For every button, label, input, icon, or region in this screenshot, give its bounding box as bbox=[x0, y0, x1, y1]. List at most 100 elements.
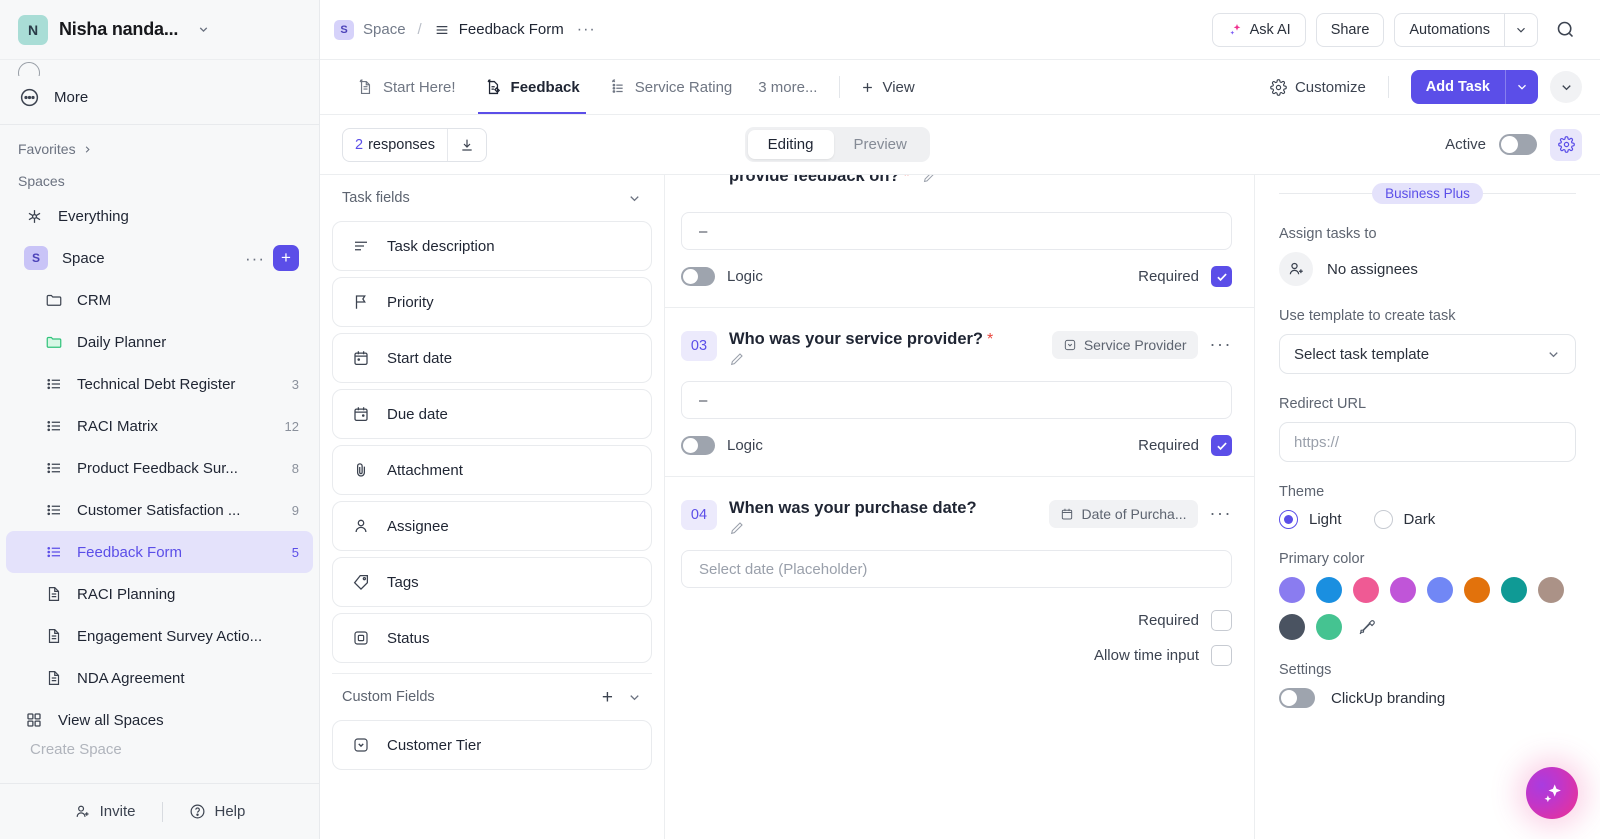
question-more-icon[interactable]: ··· bbox=[1210, 504, 1232, 522]
add-task-button[interactable]: Add Task bbox=[1411, 70, 1505, 104]
space-more-icon[interactable]: ··· bbox=[245, 250, 265, 267]
add-custom-field-button[interactable]: + bbox=[602, 688, 627, 707]
task-fields-header[interactable]: Task fields bbox=[332, 175, 652, 221]
tab-feedback[interactable]: Feedback bbox=[470, 60, 594, 114]
tab-bar-actions: Customize Add Task bbox=[1270, 70, 1582, 104]
sidebar-item-space[interactable]: S Space ··· + bbox=[6, 237, 313, 279]
color-swatch-3[interactable] bbox=[1390, 577, 1416, 603]
color-swatch-2[interactable] bbox=[1353, 577, 1379, 603]
task-template-select[interactable]: Select task template bbox=[1279, 334, 1576, 374]
sidebar-item-product-feedback-survey[interactable]: Product Feedback Sur... 8 bbox=[6, 447, 313, 489]
search-icon[interactable] bbox=[1548, 13, 1582, 47]
segment-preview[interactable]: Preview bbox=[834, 130, 927, 159]
automations-button[interactable]: Automations bbox=[1394, 12, 1504, 47]
action-divider bbox=[1387, 76, 1389, 98]
customize-button[interactable]: Customize bbox=[1270, 79, 1366, 96]
color-swatch-9[interactable] bbox=[1316, 614, 1342, 640]
required-checkbox[interactable] bbox=[1211, 610, 1232, 631]
sidebar-item-label: Everything bbox=[58, 207, 129, 225]
breadcrumb-current[interactable]: Feedback Form bbox=[459, 21, 564, 38]
theme-radio-dark[interactable]: Dark bbox=[1373, 510, 1435, 529]
field-card-due-date[interactable]: Due date bbox=[332, 389, 652, 439]
question-date-input[interactable]: Select date (Placeholder) bbox=[681, 550, 1232, 588]
more-options-button[interactable] bbox=[1550, 71, 1582, 103]
assignee-picker[interactable]: No assignees bbox=[1279, 252, 1576, 286]
question-title[interactable]: provide feedback on? bbox=[729, 175, 900, 185]
color-swatch-4[interactable] bbox=[1427, 577, 1453, 603]
sidebar-item-customer-satisfaction[interactable]: Customer Satisfaction ... 9 bbox=[6, 489, 313, 531]
active-toggle[interactable] bbox=[1499, 134, 1537, 155]
field-card-status[interactable]: Status bbox=[332, 613, 652, 663]
tab-start-here[interactable]: Start Here! bbox=[342, 60, 470, 114]
color-swatch-8[interactable] bbox=[1279, 614, 1305, 640]
clickup-branding-toggle[interactable] bbox=[1279, 688, 1315, 708]
question-answer-input[interactable]: – bbox=[681, 212, 1232, 250]
ask-ai-button[interactable]: Ask AI bbox=[1211, 12, 1306, 47]
required-checkbox[interactable] bbox=[1211, 266, 1232, 287]
breadcrumb-more-icon[interactable]: ··· bbox=[577, 21, 596, 39]
question-answer-input[interactable]: – bbox=[681, 381, 1232, 419]
task-template-value: Select task template bbox=[1294, 345, 1430, 363]
sidebar-item-everything[interactable]: Everything bbox=[6, 195, 313, 237]
chevron-down-icon[interactable] bbox=[627, 191, 642, 206]
field-card-priority[interactable]: Priority bbox=[332, 277, 652, 327]
logic-toggle[interactable] bbox=[681, 436, 715, 455]
download-responses-button[interactable] bbox=[446, 128, 486, 161]
color-swatch-7[interactable] bbox=[1538, 577, 1564, 603]
redirect-url-input[interactable]: https:// bbox=[1279, 422, 1576, 462]
segment-editing[interactable]: Editing bbox=[747, 130, 834, 159]
required-checkbox[interactable] bbox=[1211, 435, 1232, 456]
question-field-tag[interactable]: Date of Purcha... bbox=[1049, 500, 1198, 528]
workspace-header[interactable]: N Nisha nanda... bbox=[0, 0, 319, 60]
sidebar-item-raci-matrix[interactable]: RACI Matrix 12 bbox=[6, 405, 313, 447]
tab-more-views[interactable]: 3 more... bbox=[746, 79, 829, 96]
sidebar-item-engagement-survey-actions[interactable]: Engagement Survey Actio... bbox=[6, 615, 313, 657]
sidebar-item-daily-planner[interactable]: Daily Planner bbox=[6, 321, 313, 363]
responses-button[interactable]: 2 responses bbox=[343, 129, 447, 161]
question-field-tag[interactable]: Service Provider bbox=[1051, 331, 1198, 359]
sidebar-item-feedback-form[interactable]: Feedback Form 5 bbox=[6, 531, 313, 573]
breadcrumb-space-label[interactable]: Space bbox=[363, 21, 406, 38]
automations-dropdown-button[interactable] bbox=[1504, 12, 1538, 47]
chevron-down-icon[interactable] bbox=[197, 23, 210, 36]
help-button[interactable]: Help bbox=[163, 803, 272, 820]
logic-toggle[interactable] bbox=[681, 267, 715, 286]
color-swatch-1[interactable] bbox=[1316, 577, 1342, 603]
add-space-item-button[interactable]: + bbox=[273, 245, 299, 271]
color-swatch-6[interactable] bbox=[1501, 577, 1527, 603]
sidebar-item-nda-agreement[interactable]: NDA Agreement bbox=[6, 657, 313, 699]
favorites-header[interactable]: Favorites bbox=[0, 131, 319, 163]
edit-pencil-icon[interactable] bbox=[922, 175, 937, 184]
ai-assistant-fab[interactable] bbox=[1526, 767, 1578, 819]
color-swatch-5[interactable] bbox=[1464, 577, 1490, 603]
field-card-customer-tier[interactable]: Customer Tier bbox=[332, 720, 652, 770]
add-view-button[interactable]: View bbox=[850, 79, 924, 96]
tab-service-rating[interactable]: Service Rating bbox=[594, 60, 747, 114]
sidebar-item-technical-debt-register[interactable]: Technical Debt Register 3 bbox=[6, 363, 313, 405]
theme-radio-light[interactable]: Light bbox=[1279, 510, 1342, 529]
chevron-down-icon[interactable] bbox=[627, 690, 642, 705]
field-card-start-date[interactable]: Start date bbox=[332, 333, 652, 383]
field-card-tags[interactable]: Tags bbox=[332, 557, 652, 607]
question-title[interactable]: When was your purchase date? bbox=[729, 499, 977, 517]
invite-button[interactable]: Invite bbox=[48, 803, 162, 820]
share-button[interactable]: Share bbox=[1315, 12, 1385, 47]
field-card-assignee[interactable]: Assignee bbox=[332, 501, 652, 551]
edit-pencil-icon[interactable] bbox=[729, 520, 1037, 536]
sidebar-item-more[interactable]: More bbox=[0, 76, 319, 118]
allow-time-checkbox[interactable] bbox=[1211, 645, 1232, 666]
sidebar-item-crm[interactable]: CRM bbox=[6, 279, 313, 321]
eyedropper-icon[interactable] bbox=[1353, 614, 1379, 640]
form-settings-panel: Business Plus Assign tasks to No assigne… bbox=[1255, 175, 1600, 839]
question-title[interactable]: Who was your service provider? bbox=[729, 330, 983, 348]
sidebar-item-raci-planning[interactable]: RACI Planning bbox=[6, 573, 313, 615]
color-swatch-0[interactable] bbox=[1279, 577, 1305, 603]
sidebar-item-view-all-spaces[interactable]: View all Spaces bbox=[6, 699, 313, 741]
field-card-label: Attachment bbox=[387, 461, 463, 479]
edit-pencil-icon[interactable] bbox=[729, 351, 1040, 367]
add-task-dropdown-button[interactable] bbox=[1505, 70, 1538, 104]
field-card-task-description[interactable]: Task description bbox=[332, 221, 652, 271]
field-card-attachment[interactable]: Attachment bbox=[332, 445, 652, 495]
form-settings-gear-icon[interactable] bbox=[1550, 128, 1582, 161]
question-more-icon[interactable]: ··· bbox=[1210, 335, 1232, 353]
